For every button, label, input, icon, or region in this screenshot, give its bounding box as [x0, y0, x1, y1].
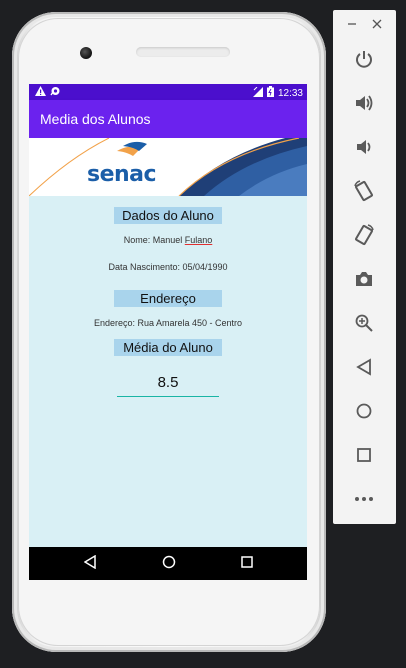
warning-icon — [35, 86, 46, 99]
address-line: Endereço: Rua Amarela 450 - Centro — [93, 318, 243, 328]
battery-icon — [266, 86, 274, 100]
home-icon[interactable] — [162, 555, 176, 574]
senac-banner: senac — [29, 138, 307, 196]
back-icon[interactable] — [351, 354, 377, 380]
front-camera — [80, 47, 92, 59]
address-header: Endereço — [114, 290, 222, 307]
close-icon[interactable] — [372, 18, 382, 32]
banner-graphic — [29, 138, 307, 196]
rotate-left-icon[interactable] — [351, 178, 377, 204]
clock: 12:33 — [277, 87, 303, 99]
birth-date: Data Nascimento: 05/04/1990 — [108, 262, 228, 272]
status-bar: 12:33 — [29, 84, 307, 100]
student-data-header: Dados do Aluno — [114, 207, 222, 224]
zoom-icon[interactable] — [351, 310, 377, 336]
power-icon[interactable] — [351, 46, 377, 72]
app-bar: Media dos Alunos — [29, 100, 307, 138]
home-icon[interactable] — [351, 398, 377, 424]
average-input[interactable]: 8.5 — [117, 374, 219, 397]
camera-icon[interactable] — [351, 266, 377, 292]
minimize-icon[interactable] — [347, 18, 357, 32]
recents-icon[interactable] — [241, 555, 253, 574]
app-title: Media dos Alunos — [40, 111, 151, 127]
navigation-bar — [29, 547, 307, 580]
more-icon[interactable] — [351, 486, 377, 512]
volume-down-icon[interactable] — [351, 134, 377, 160]
notification-icon — [50, 86, 61, 99]
signal-icon — [252, 86, 263, 100]
back-icon[interactable] — [83, 554, 96, 574]
rotate-right-icon[interactable] — [351, 222, 377, 248]
name-misspelled: Fulano — [184, 235, 213, 245]
volume-up-icon[interactable] — [351, 90, 377, 116]
earpiece-speaker — [136, 47, 230, 57]
emulator-panel — [333, 10, 396, 524]
senac-logo: senac — [87, 162, 157, 187]
name-label: Nome: Manuel — [123, 235, 185, 245]
main-content: senac Dados do Aluno Nome: Manuel Fulano… — [29, 138, 307, 547]
average-header: Média do Aluno — [114, 339, 222, 356]
device-screen: 12:33 Media dos Alunos senac Dados do Al… — [29, 84, 307, 580]
student-name: Nome: Manuel Fulano — [29, 235, 307, 245]
overview-icon[interactable] — [351, 442, 377, 468]
